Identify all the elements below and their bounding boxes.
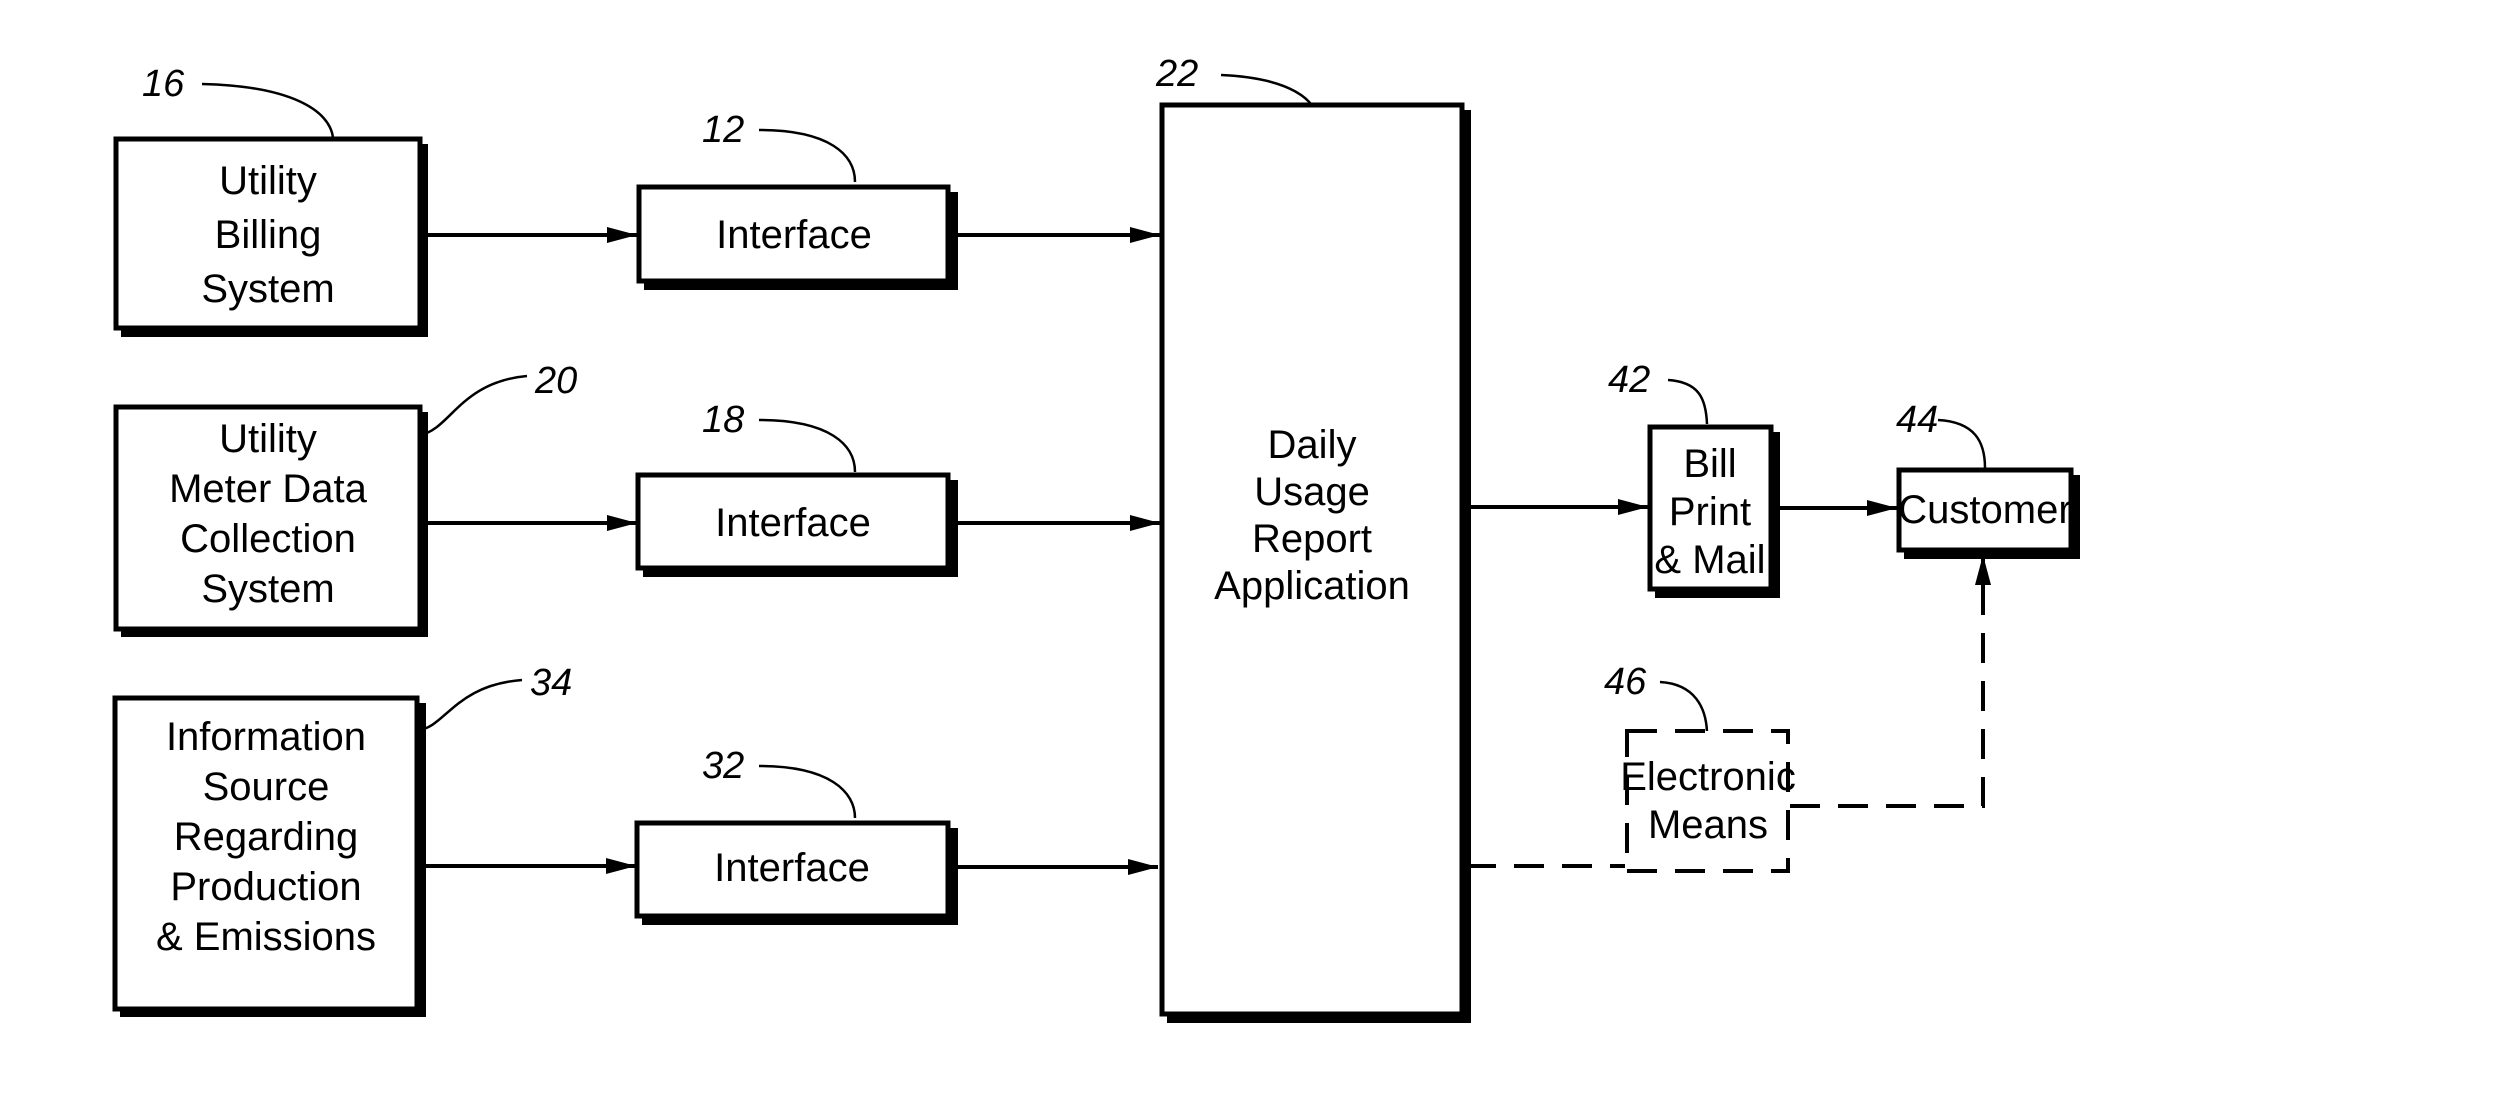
node-label-line: Electronic [1620,755,1796,799]
node-label-line: Bill [1683,442,1736,486]
node-label-line: Utility [219,159,317,203]
node-label-line: & Mail [1654,538,1765,582]
node-label-line: Source [203,765,330,809]
ref-numeral-32: 32 [702,745,744,787]
node-label-line: Meter Data [169,467,368,511]
node-label-line: Utility [219,417,317,461]
node-label-line: Daily [1268,423,1357,467]
ref-numeral-16: 16 [142,63,185,105]
node-label-line: Regarding [174,815,359,859]
node-bill-print-mail: Bill Print & Mail [1647,424,1780,598]
node-label-line: Usage [1254,470,1370,514]
ref-numeral-22: 22 [1155,53,1198,95]
node-label-line: Means [1648,803,1768,847]
edge-electronic-to-customer [1790,555,1991,808]
node-information-source: Information Source Regarding Production … [112,695,426,1017]
node-label-line: Customer [1898,488,2071,532]
node-label-line: Information [166,715,366,759]
leader-32 [758,764,857,819]
node-label-line: & Emissions [156,915,376,959]
node-label-line: Interface [715,501,871,545]
node-label-line: Report [1252,517,1372,561]
leader-42 [1667,378,1709,425]
ref-numeral-18: 18 [702,399,744,441]
ref-numeral-12: 12 [702,109,744,151]
node-interface-32: Interface [634,820,958,925]
ref-numeral-44: 44 [1896,399,1938,441]
node-daily-usage-report-application: Daily Usage Report Application [1159,102,1471,1023]
node-utility-billing-system: Utility Billing System [113,136,428,337]
ref-numeral-34: 34 [530,662,572,704]
node-label-line: Production [170,865,361,909]
leader-20 [419,374,528,437]
leader-34 [417,678,523,732]
leader-16 [201,82,335,139]
node-label-line: Application [1214,564,1410,608]
leader-44 [1937,418,1987,469]
node-electronic-means: Electronic Means [1620,729,1796,873]
node-label-line: Billing [215,213,322,257]
node-label-line: Interface [714,846,870,890]
node-interface-18: Interface [635,472,958,577]
leader-12 [758,128,857,183]
leader-46 [1659,680,1709,733]
usage-report-block-diagram: Utility Billing System Utility Meter Dat… [112,53,2080,1023]
node-customer: Customer [1896,467,2080,559]
node-meter-data-collection-system: Utility Meter Data Collection System [113,404,428,637]
node-label-line: System [201,567,334,611]
ref-numeral-46: 46 [1604,661,1647,703]
node-label-line: Collection [180,517,356,561]
leader-18 [758,418,857,473]
ref-numeral-42: 42 [1608,359,1650,401]
node-label-line: Interface [716,213,872,257]
node-label-line: System [201,267,334,311]
ref-numeral-20: 20 [534,360,577,402]
node-label-line: Print [1669,490,1751,534]
node-interface-12: Interface [636,184,958,290]
